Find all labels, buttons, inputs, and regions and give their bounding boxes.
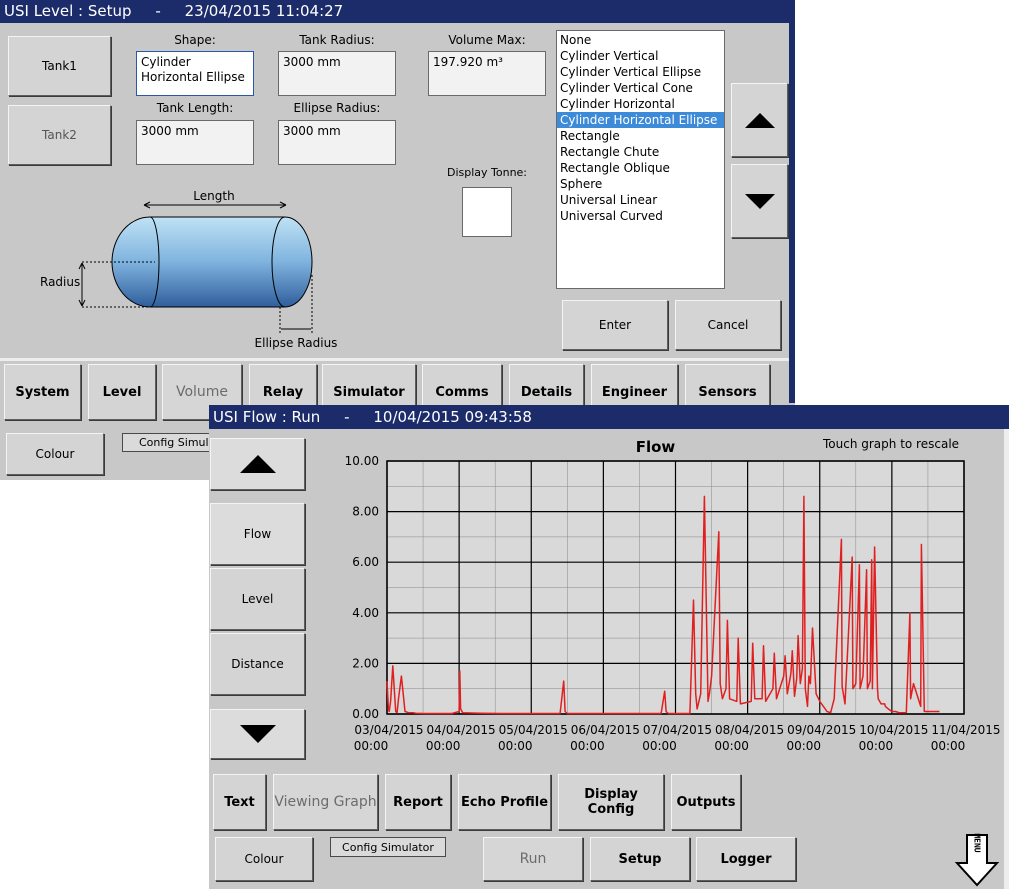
y-tick-label: 8.00 <box>352 505 379 519</box>
display-tonne-label: Display Tonne: <box>446 166 528 179</box>
tab-echo-profile[interactable]: Echo Profile <box>458 774 551 830</box>
shape-option[interactable]: Sphere <box>557 176 724 192</box>
flow-view-button[interactable]: Flow <box>210 503 305 565</box>
tab-outputs[interactable]: Outputs <box>671 774 741 830</box>
tab-level[interactable]: Level <box>88 364 156 420</box>
shape-option[interactable]: Rectangle Chute <box>557 144 724 160</box>
setup-title-bar: USI Level : Setup - 23/04/2015 11:04:27 <box>0 0 795 23</box>
x-tick-time-label: 00:00 <box>714 739 749 753</box>
tank1-button[interactable]: Tank1 <box>8 36 111 96</box>
x-tick-date-label: 06/04/2015 <box>571 723 640 737</box>
distance-view-button[interactable]: Distance <box>210 633 305 695</box>
ellipse-radius-field[interactable]: 3000 mm <box>278 120 396 165</box>
shape-label: Shape: <box>174 33 216 47</box>
shape-option[interactable]: Rectangle Oblique <box>557 160 724 176</box>
tab-report[interactable]: Report <box>385 774 451 830</box>
cancel-button[interactable]: Cancel <box>675 300 781 350</box>
y-tick-label: 2.00 <box>352 656 379 670</box>
shape-field[interactable]: Cylinder Horizontal Ellipse <box>136 51 254 96</box>
flow-window: USI Flow : Run - 10/04/2015 09:43:58 Flo… <box>209 405 1009 889</box>
x-tick-date-label: 10/04/2015 <box>859 723 928 737</box>
run-button[interactable]: Run <box>483 837 583 881</box>
shape-listbox[interactable]: None Cylinder Vertical Cylinder Vertical E… <box>556 30 725 289</box>
tab-display-config[interactable]: Display Config <box>558 774 664 830</box>
shape-option[interactable]: Cylinder Vertical <box>557 48 724 64</box>
x-tick-date-label: 03/04/2015 <box>354 723 423 737</box>
x-tick-date-label: 05/04/2015 <box>499 723 568 737</box>
flow-title-bar: USI Flow : Run - 10/04/2015 09:43:58 <box>209 405 1009 429</box>
shape-option[interactable]: Cylinder Vertical Ellipse <box>557 64 724 80</box>
x-tick-time-label: 00:00 <box>859 739 894 753</box>
tab-system[interactable]: System <box>4 364 81 420</box>
display-tonne-checkbox[interactable] <box>462 187 512 237</box>
y-tick-label: 4.00 <box>352 606 379 620</box>
x-tick-date-label: 04/04/2015 <box>427 723 496 737</box>
x-tick-time-label: 00:00 <box>786 739 821 753</box>
volume-max-label: Volume Max: <box>448 33 526 47</box>
x-tick-date-label: 07/04/2015 <box>643 723 712 737</box>
y-tick-label: 10.00 <box>345 454 379 468</box>
shape-option[interactable]: Cylinder Horizontal <box>557 96 724 112</box>
x-tick-time-label: 00:00 <box>931 739 966 753</box>
flow-chart[interactable]: Flow0.002.004.006.008.0010.0003/04/20150… <box>339 433 1004 763</box>
tank-radius-field[interactable]: 3000 mm <box>278 51 396 96</box>
chart-title: Flow <box>636 438 676 456</box>
flow-colour-button[interactable]: Colour <box>215 837 313 881</box>
arrow-down-icon <box>744 193 775 209</box>
logger-button[interactable]: Logger <box>696 837 796 881</box>
x-tick-time-label: 00:00 <box>498 739 533 753</box>
graph-scroll-down-button[interactable] <box>210 709 305 759</box>
graph-scroll-up-button[interactable] <box>210 438 305 490</box>
ellipse-radius-label: Ellipse Radius: <box>293 101 381 115</box>
tank2-button[interactable]: Tank2 <box>8 105 111 165</box>
x-tick-time-label: 00:00 <box>426 739 461 753</box>
ellipse-radius-diagram-label: Ellipse Radius <box>255 336 338 350</box>
colour-button[interactable]: Colour <box>6 433 104 475</box>
level-view-button[interactable]: Level <box>210 568 305 630</box>
x-tick-time-label: 00:00 <box>354 739 389 753</box>
x-tick-date-label: 09/04/2015 <box>787 723 856 737</box>
shape-option[interactable]: None <box>557 32 724 48</box>
tab-viewing-graph[interactable]: Viewing Graph <box>273 774 378 830</box>
tank-length-label: Tank Length: <box>156 101 234 115</box>
flow-frame-edge <box>1004 429 1009 889</box>
tab-text[interactable]: Text <box>213 774 266 830</box>
menu-button[interactable]: MENU <box>953 833 1001 887</box>
scroll-down-button[interactable] <box>731 164 788 238</box>
x-tick-time-label: 00:00 <box>570 739 605 753</box>
y-tick-label: 0.00 <box>352 707 379 721</box>
menu-arrow-icon: MENU <box>954 833 1000 887</box>
radius-label: Radius <box>40 275 80 289</box>
shape-option[interactable]: Universal Curved <box>557 208 724 224</box>
arrow-down-icon <box>239 725 276 743</box>
tank-diagram: Length Radius Ellipse Radius <box>40 189 338 350</box>
arrow-up-icon <box>239 455 276 473</box>
shape-option[interactable]: Cylinder Horizontal Ellipse <box>557 112 724 128</box>
shape-option[interactable]: Cylinder Vertical Cone <box>557 80 724 96</box>
length-label: Length <box>193 189 234 203</box>
tank-radius-label: Tank Radius: <box>299 33 375 47</box>
setup-button[interactable]: Setup <box>590 837 690 881</box>
menu-label: MENU <box>973 833 982 852</box>
flow-config-simulator-button[interactable]: Config Simulator <box>330 837 446 857</box>
setup-frame-edge <box>789 23 795 403</box>
tank-length-field[interactable]: 3000 mm <box>136 120 254 165</box>
x-tick-date-label: 11/04/2015 <box>931 723 1000 737</box>
x-tick-date-label: 08/04/2015 <box>715 723 784 737</box>
y-tick-label: 6.00 <box>352 555 379 569</box>
volume-max-field[interactable]: 197.920 m³ <box>428 51 546 96</box>
x-tick-time-label: 00:00 <box>642 739 677 753</box>
length-dimension: Length <box>143 189 287 209</box>
shape-value-line2: Horizontal Ellipse <box>141 70 245 84</box>
enter-button[interactable]: Enter <box>562 300 668 350</box>
tab-separator <box>0 358 789 361</box>
scroll-up-button[interactable] <box>731 83 788 157</box>
shape-option[interactable]: Universal Linear <box>557 192 724 208</box>
shape-value-line1: Cylinder <box>141 55 191 69</box>
shape-option[interactable]: Rectangle <box>557 128 724 144</box>
arrow-up-icon <box>744 112 775 128</box>
